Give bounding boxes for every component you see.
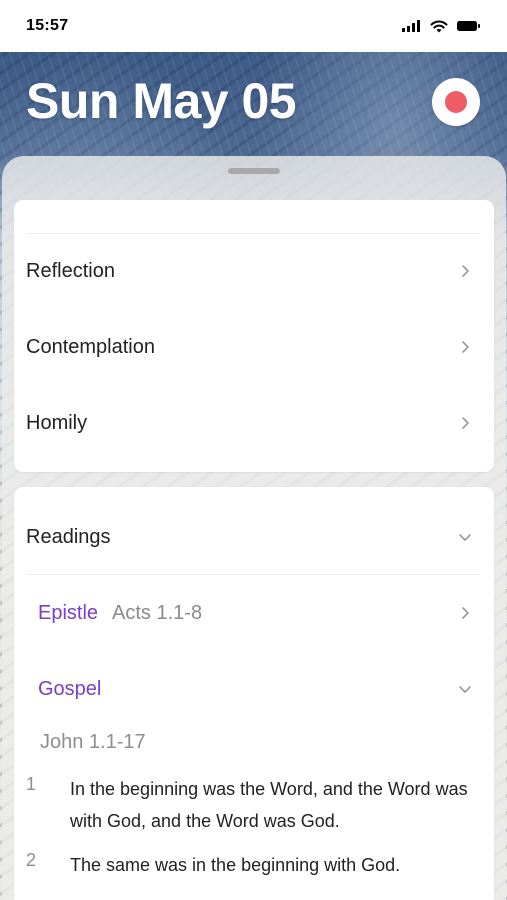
divider — [26, 233, 480, 234]
section-label: Reflection — [26, 259, 115, 282]
verse-text: The same was in the beginning with God. — [70, 855, 401, 875]
verse: 2 The same was in the beginning with God… — [26, 849, 474, 881]
chevron-right-icon — [462, 417, 469, 429]
section-label: Homily — [26, 411, 88, 434]
divider — [26, 574, 480, 575]
reading-row-epistle[interactable]: Epistle Acts 1.1-8 — [38, 593, 494, 633]
sections-card: Reflection Contemplation Homily — [14, 200, 494, 472]
section-row-reflection[interactable]: Reflection — [14, 245, 494, 297]
chevron-right-icon — [462, 341, 469, 353]
chevron-down-icon — [459, 534, 471, 541]
sheet-drag-handle[interactable] — [228, 168, 280, 174]
section-row-homily[interactable]: Homily — [14, 397, 494, 449]
section-label: Contemplation — [26, 335, 155, 358]
readings-card: Readings Epistle Acts 1.1-8 Gospel John … — [14, 487, 494, 900]
reading-reference: Acts 1.1-8 — [112, 601, 203, 624]
readings-header-row[interactable]: Readings — [14, 511, 494, 563]
verse: 1 In the beginning was the Word, and the… — [26, 773, 474, 837]
chevron-right-icon — [462, 265, 469, 277]
verse-number: 1 — [26, 774, 37, 794]
reading-row-gospel[interactable]: Gospel — [38, 669, 494, 709]
reading-row-text: Gospel — [38, 678, 101, 701]
chevron-right-icon — [462, 607, 469, 619]
verse-text: In the beginning was the Word, and the W… — [70, 779, 468, 831]
passage-reference: John 1.1-17 — [40, 731, 146, 753]
cellular-signal-icon — [402, 20, 420, 32]
reading-title: Gospel — [38, 677, 102, 700]
verse-number: 2 — [26, 850, 37, 870]
page-title: Sun May 05 — [26, 73, 297, 129]
section-row-contemplation[interactable]: Contemplation — [14, 321, 494, 373]
record-button[interactable] — [432, 78, 480, 126]
wifi-icon — [430, 20, 448, 32]
status-time: 15:57 — [26, 17, 69, 34]
reading-title: Epistle — [38, 601, 99, 624]
battery-icon — [457, 21, 480, 31]
status-icons — [402, 20, 481, 33]
status-bar: 15:57 — [0, 0, 507, 52]
record-dot-icon — [445, 91, 467, 113]
reading-row-text: Epistle Acts 1.1-8 — [38, 602, 202, 625]
readings-label: Readings — [26, 525, 111, 548]
chevron-down-icon — [459, 686, 471, 693]
